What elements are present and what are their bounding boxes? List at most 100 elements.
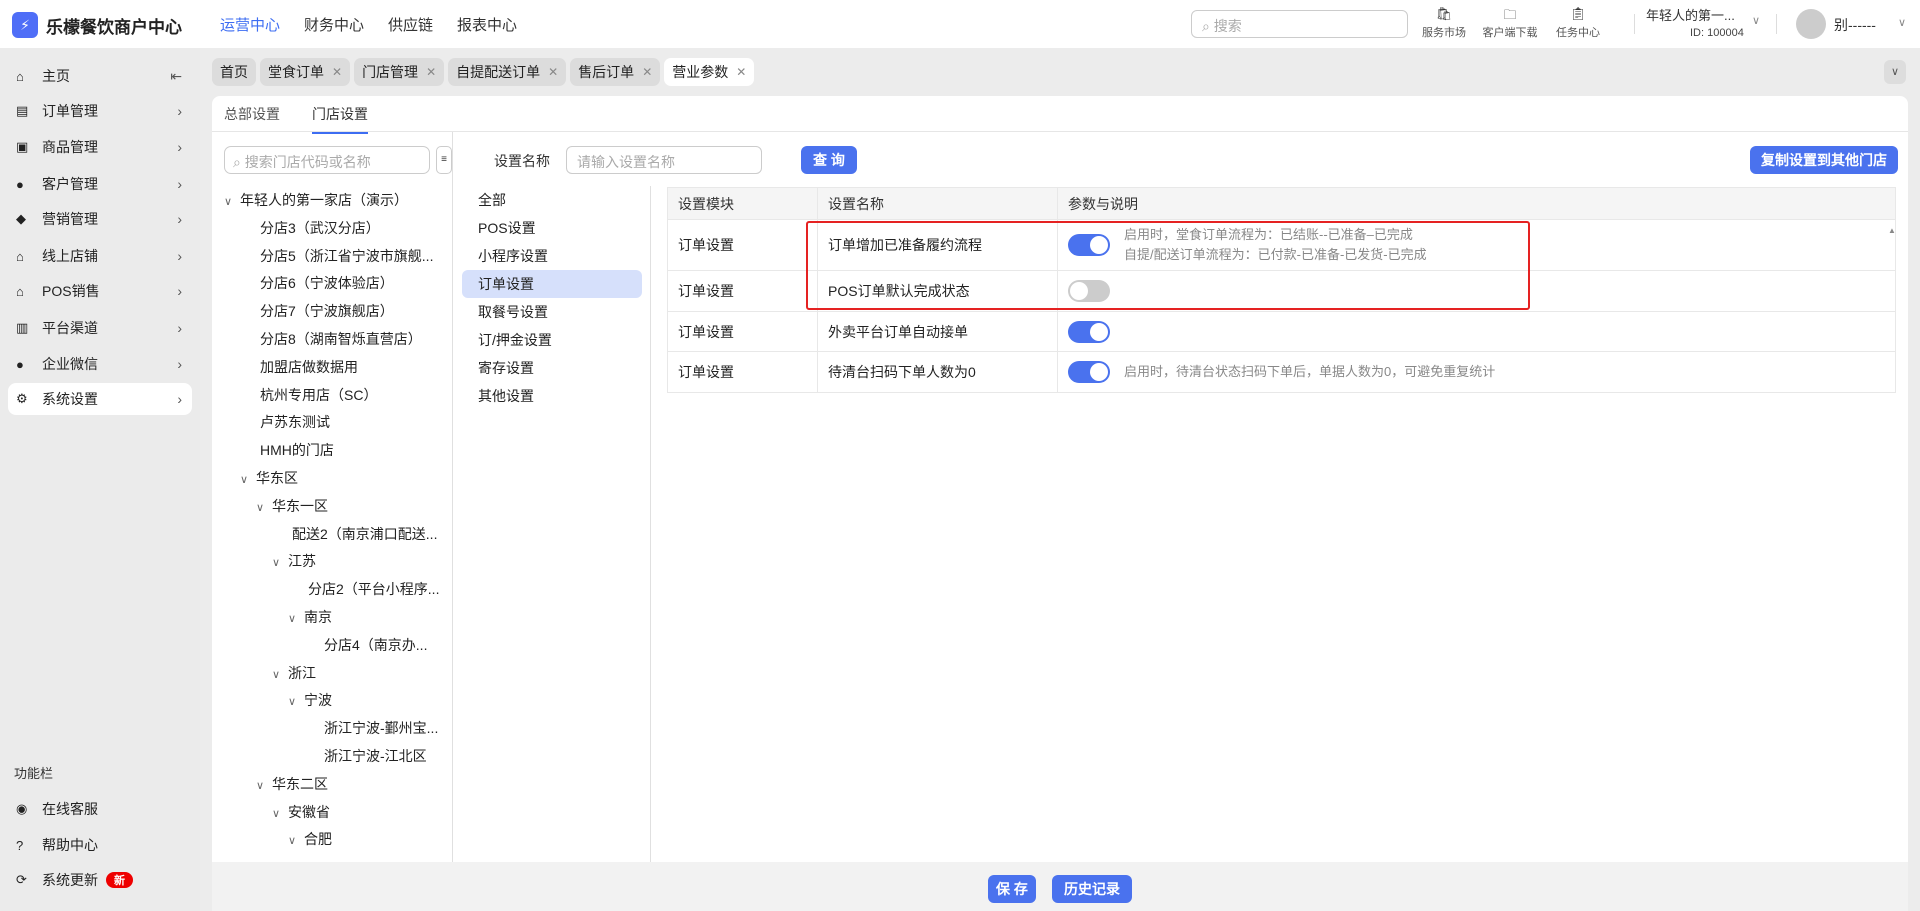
collapse-sidebar-icon[interactable]: ⇤ [170, 68, 182, 85]
help-center-item[interactable]: ? 帮助中心 [8, 829, 192, 861]
chevron-down-icon[interactable]: ∨ [1898, 16, 1906, 29]
chevron-down-icon[interactable]: ∨ [272, 801, 288, 829]
tab-business-params[interactable]: 营业参数 ✕ [664, 58, 755, 86]
col-name: 设置名称 [817, 187, 1058, 220]
chevron-down-icon[interactable]: ∨ [288, 689, 304, 717]
chevron-down-icon[interactable]: ∨ [272, 662, 288, 690]
sidebar-item-customers[interactable]: ● 客户管理 › [8, 168, 192, 200]
close-icon[interactable]: ✕ [332, 65, 342, 79]
category-mini-program[interactable]: 小程序设置 [462, 242, 642, 270]
tree-node[interactable]: HMH的门店 [224, 437, 439, 465]
sidebar-item-wecom[interactable]: ● 企业微信 › [8, 348, 192, 380]
tree-node[interactable]: ∨ 合肥 [224, 826, 439, 854]
nav-supply-chain[interactable]: 供应链 [388, 14, 433, 35]
tree-node[interactable]: ∨ 江苏 [224, 548, 439, 576]
sidebar-item-orders[interactable]: ▤ 订单管理 › [8, 95, 192, 127]
category-other[interactable]: 其他设置 [462, 382, 642, 410]
nav-reports[interactable]: 报表中心 [457, 14, 517, 35]
chevron-down-icon[interactable]: ∨ [256, 495, 272, 523]
global-search-input[interactable]: ⌕ 搜索 [1191, 10, 1408, 38]
chevron-down-icon[interactable]: ∨ [224, 189, 240, 217]
close-icon[interactable]: ✕ [426, 65, 436, 79]
tree-node[interactable]: 配送2（南京浦口配送... [224, 521, 439, 549]
sidebar-item-pos-sales[interactable]: ⌂ POS销售 › [8, 275, 192, 307]
divider [452, 132, 453, 862]
system-update-item[interactable]: ⟳ 系统更新新 [8, 864, 192, 896]
chevron-down-icon[interactable]: ∨ [256, 773, 272, 801]
tab-hq-settings[interactable]: 总部设置 [224, 104, 280, 130]
category-pickup-number[interactable]: 取餐号设置 [462, 298, 642, 326]
tree-node[interactable]: 分店5（浙江省宁波市旗舰... [224, 243, 439, 271]
category-deposit[interactable]: 订/押金设置 [462, 326, 642, 354]
sidebar-item-online-store[interactable]: ⌂ 线上店铺 › [8, 240, 192, 272]
sidebar-item-system-settings[interactable]: ⚙ 系统设置 › [8, 383, 192, 415]
store-search-input[interactable]: ⌕ 搜索门店代码或名称 [224, 146, 430, 174]
save-button[interactable]: 保 存 [988, 875, 1036, 903]
tree-node[interactable]: ∨ 安徽省 [224, 799, 439, 827]
tree-node[interactable]: 分店6（宁波体验店） [224, 270, 439, 298]
sidebar-item-home[interactable]: ⌂ 主页 ⇤ [8, 60, 192, 92]
tree-node[interactable]: ∨ 年轻人的第一家店（演示） [224, 187, 439, 215]
tree-node[interactable]: 卢苏东测试 [224, 409, 439, 437]
nav-operations[interactable]: 运营中心 [220, 14, 280, 35]
close-icon[interactable]: ✕ [548, 65, 558, 79]
tab-pickup-delivery-orders[interactable]: 自提配送订单 ✕ [448, 58, 567, 86]
avatar[interactable] [1796, 9, 1826, 39]
category-all[interactable]: 全部 [462, 186, 642, 214]
chevron-down-icon[interactable]: ∨ [288, 606, 304, 634]
user-name[interactable]: 别------ [1834, 15, 1876, 35]
tab-after-sales-orders[interactable]: 售后订单 ✕ [570, 58, 661, 86]
chevron-down-icon[interactable]: ∨ [288, 828, 304, 856]
tree-node[interactable]: 浙江宁波-江北区 [224, 743, 439, 771]
close-icon[interactable]: ✕ [642, 65, 652, 79]
chevron-right-icon: › [177, 320, 182, 336]
tabs-more-chevron-icon[interactable]: ∨ [1884, 60, 1906, 84]
tab-store-settings[interactable]: 门店设置 [312, 104, 368, 134]
category-order[interactable]: 订单设置 [462, 270, 642, 298]
sidebar-item-marketing[interactable]: ◆ 营销管理 › [8, 203, 192, 235]
tab-dine-in-orders[interactable]: 堂食订单 ✕ [260, 58, 351, 86]
history-button[interactable]: 历史记录 [1052, 875, 1132, 903]
tree-node[interactable]: ∨ 华东一区 [224, 493, 439, 521]
tree-node[interactable]: ∨ 华东二区 [224, 771, 439, 799]
close-icon[interactable]: ✕ [736, 65, 746, 79]
tree-node[interactable]: 杭州专用店（SC） [224, 382, 439, 410]
nav-finance[interactable]: 财务中心 [304, 14, 364, 35]
query-button[interactable]: 查 询 [801, 146, 857, 174]
chevron-right-icon: › [177, 176, 182, 192]
sidebar-item-products[interactable]: ▣ 商品管理 › [8, 131, 192, 163]
tab-store-management[interactable]: 门店管理 ✕ [354, 58, 445, 86]
chevron-down-icon[interactable]: ∨ [240, 467, 256, 495]
chevron-down-icon[interactable]: ∨ [1752, 14, 1760, 27]
service-market-button[interactable]: 🛍︎ 服务市场 [1414, 6, 1474, 40]
tree-node[interactable]: 分店3（武汉分店） [224, 215, 439, 243]
headset-icon: ◉ [16, 801, 28, 816]
table-scrollbar[interactable]: ▲ [1888, 220, 1896, 860]
store-switcher[interactable]: 年轻人的第一... [1646, 5, 1735, 24]
tree-node[interactable]: 分店8（湖南智烁直营店） [224, 326, 439, 354]
tree-node[interactable]: 分店2（平台小程序... [224, 576, 439, 604]
divider [650, 186, 651, 862]
sidebar-item-platform-channels[interactable]: ▥ 平台渠道 › [8, 312, 192, 344]
tab-home[interactable]: 首页 [212, 58, 256, 86]
tree-node[interactable]: ∨ 南京 [224, 604, 439, 632]
category-pos[interactable]: POS设置 [462, 214, 642, 242]
tree-node[interactable]: ∨ 华东区 [224, 465, 439, 493]
tree-node[interactable]: ∨ 宁波 [224, 687, 439, 715]
tree-node[interactable]: 加盟店做数据用 [224, 354, 439, 382]
tree-node[interactable]: 浙江宁波-鄞州宝... [224, 715, 439, 743]
collapse-tree-icon[interactable]: ≡ [436, 146, 452, 174]
toggle-switch[interactable] [1068, 361, 1110, 383]
setting-name-input[interactable]: 请输入设置名称 [566, 146, 762, 174]
task-center-button[interactable]: 📋︎ 任务中心 [1548, 6, 1608, 40]
copy-settings-button[interactable]: 复制设置到其他门店 [1750, 146, 1898, 174]
chevron-down-icon[interactable]: ∨ [272, 550, 288, 578]
toggle-switch[interactable] [1068, 320, 1110, 343]
category-storage[interactable]: 寄存设置 [462, 354, 642, 382]
tree-node[interactable]: 分店4（南京办... [224, 632, 439, 660]
tree-node[interactable]: ∨ 浙江 [224, 660, 439, 688]
client-download-button[interactable]: 🗀 客户端下载 [1480, 6, 1540, 40]
tree-node[interactable]: 分店7（宁波旗舰店） [224, 298, 439, 326]
help-icon: ? [16, 837, 24, 853]
online-support-item[interactable]: ◉ 在线客服 [8, 793, 192, 825]
